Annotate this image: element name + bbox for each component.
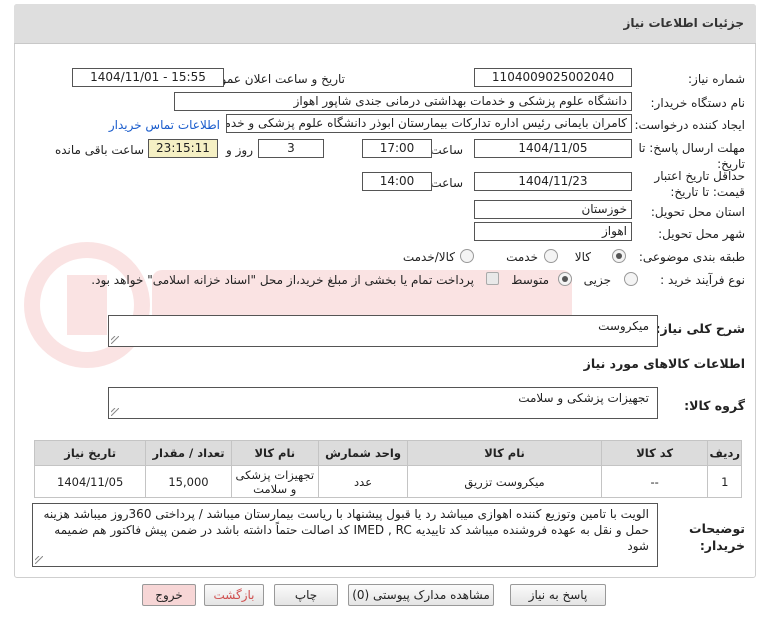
reply-deadline-date: 1404/11/05 [474, 139, 632, 158]
goods-group-label: گروه کالا: [684, 398, 745, 413]
cell-row: 1 [707, 465, 742, 498]
reply-days-label: روز و [226, 143, 253, 157]
remaining-time-label: ساعت باقی مانده [54, 143, 144, 157]
table-row[interactable]: 1 -- میکروست تزریق عدد تجهیزات پزشکی و س… [33, 465, 742, 498]
panel-header: جزئیات اطلاعات نیاز [14, 4, 756, 44]
summary-label: شرح کلی نیاز: [655, 321, 745, 336]
buyer-notes-text: الویت با تامین وتوزیع کننده اهوازی میباش… [43, 507, 650, 553]
category-option-service: خدمت [506, 250, 538, 264]
col-unit: واحد شمارش [317, 440, 409, 466]
price-validity-date: 1404/11/23 [474, 172, 632, 191]
cell-code: -- [600, 465, 709, 498]
print-button[interactable]: چاپ [274, 584, 338, 606]
reply-deadline-time: 17:00 [362, 139, 432, 158]
page-title: جزئیات اطلاعات نیاز [623, 16, 744, 30]
cell-qty: 15,000 [145, 465, 232, 498]
cell-goods: تجهیزات پزشکی و سلامت [230, 465, 319, 498]
city-label: شهر محل تحویل: [658, 227, 745, 241]
buyer-notes-label: توضیحات خریدار: [689, 521, 745, 553]
price-validity-time: 14:00 [362, 172, 432, 191]
resize-handle-icon [111, 408, 119, 416]
treasury-checkbox[interactable] [486, 272, 499, 285]
reply-deadline-time-label: ساعت [430, 143, 463, 157]
view-attachments-button[interactable]: مشاهده مدارک پیوستی (0) [348, 584, 494, 606]
col-date: تاریخ نیاز [33, 440, 147, 466]
goods-group-field: تجهیزات پزشکی و سلامت [108, 387, 658, 419]
resize-handle-icon [111, 336, 119, 344]
exit-button[interactable]: خروج [142, 584, 196, 606]
announce-datetime-field: 1404/11/01 - 15:55 [72, 68, 224, 87]
province-field: خوزستان [474, 200, 632, 219]
col-name: نام کالا [407, 440, 602, 466]
category-radio-goods[interactable] [612, 249, 626, 263]
category-label: طبقه بندی موضوعی: [638, 250, 745, 264]
price-validity-label: حداقل تاریخ اعتبار قیمت: تا تاریخ: [654, 169, 745, 199]
province-label: استان محل تحویل: [650, 205, 745, 219]
city-field: اهواز [474, 222, 632, 241]
category-radio-service[interactable] [544, 249, 558, 263]
need-number-field: 1104009025002040 [474, 68, 632, 87]
summary-field: میکروست [108, 315, 658, 347]
process-option-medium: متوسط [511, 273, 549, 287]
treasury-text: پرداخت تمام یا بخشی از مبلغ خرید،از محل … [91, 273, 474, 287]
summary-text: میکروست [598, 319, 649, 333]
buyer-contact-link[interactable]: اطلاعات تماس خریدار [109, 118, 220, 132]
col-qty: تعداد / مقدار [145, 440, 232, 466]
resize-handle-icon [35, 556, 43, 564]
cell-date: 1404/11/05 [33, 465, 147, 498]
goods-group-text: تجهیزات پزشکی و سلامت [518, 391, 649, 405]
category-radio-goods-service[interactable] [460, 249, 474, 263]
reply-button[interactable]: پاسخ به نیاز [510, 584, 606, 606]
col-code: کد کالا [600, 440, 709, 466]
back-button[interactable]: بازگشت [204, 584, 264, 606]
process-radio-minor[interactable] [624, 272, 638, 286]
process-radio-medium[interactable] [558, 272, 572, 286]
process-option-minor: جزیی [583, 273, 611, 287]
process-type-label: نوع فرآیند خرید : [660, 273, 745, 287]
col-goods: نام کالا [230, 440, 319, 466]
buyer-notes-field: الویت با تامین وتوزیع کننده اهوازی میباش… [32, 503, 658, 567]
goods-table: ردیف کد کالا نام کالا واحد شمارش نام کال… [33, 440, 742, 498]
category-option-goods: کالا [574, 250, 591, 264]
cell-name: میکروست تزریق [407, 465, 602, 498]
reply-days-field: 3 [258, 139, 324, 158]
goods-section-title: اطلاعات کالاهای مورد نیاز [583, 356, 745, 371]
buyer-org-label: نام دستگاه خریدار: [650, 96, 746, 110]
cell-unit: عدد [317, 465, 409, 498]
requester-label: ایجاد کننده درخواست: [634, 118, 745, 132]
requester-field: کامران بایمانی رئیس اداره تدارکات بیمارس… [226, 114, 632, 133]
remaining-time-field: 23:15:11 [148, 139, 218, 158]
need-number-label: شماره نیاز: [688, 72, 745, 86]
table-header-row: ردیف کد کالا نام کالا واحد شمارش نام کال… [33, 440, 742, 466]
buyer-org-field: دانشگاه علوم پزشکی و خدمات بهداشتی درمان… [174, 92, 632, 111]
price-validity-time-label: ساعت [430, 176, 463, 190]
col-row: ردیف [707, 440, 742, 466]
category-option-goods-service: کالا/خدمت [402, 250, 455, 264]
